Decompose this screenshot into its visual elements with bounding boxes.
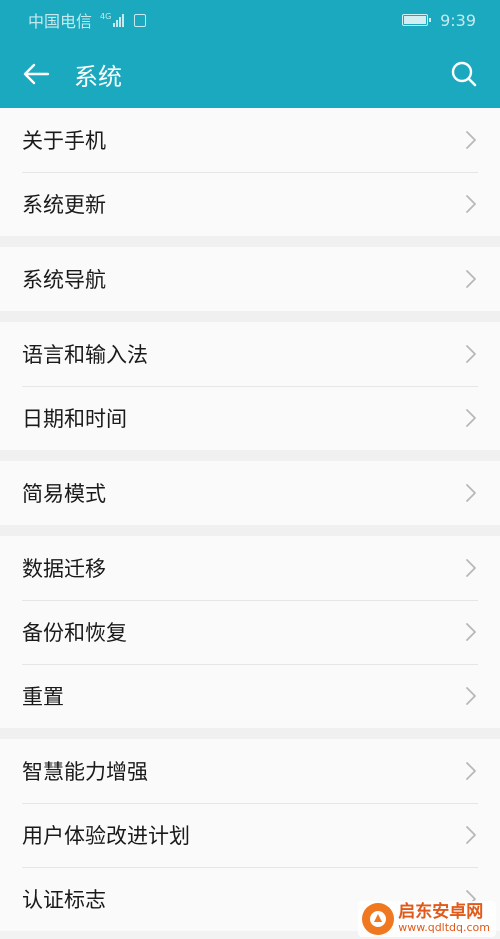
status-right: 9:39 (402, 11, 476, 30)
chevron-right-icon (464, 558, 478, 578)
watermark-name: 启东安卓网 (398, 902, 484, 923)
settings-item-simple-mode[interactable]: 简易模式 (0, 461, 500, 525)
settings-item-label: 重置 (22, 685, 64, 709)
settings-item-data-migration[interactable]: 数据迁移 (0, 536, 500, 600)
settings-screen: 中国电信 4G 9:39 系统 关于手机 系统更新 系统导航 语言和输入法 日期… (0, 0, 500, 939)
sim-card-icon (134, 13, 147, 27)
settings-group: 简易模式 (0, 461, 500, 525)
settings-item-user-experience[interactable]: 用户体验改进计划 (0, 803, 500, 867)
settings-item-label: 关于手机 (22, 129, 106, 153)
battery-icon (402, 14, 432, 26)
watermark-url: www.qdltdq.com (398, 921, 490, 935)
search-button[interactable] (444, 54, 484, 94)
group-divider (0, 450, 500, 461)
settings-item-label: 数据迁移 (22, 557, 106, 581)
group-divider (0, 311, 500, 322)
settings-item-about-phone[interactable]: 关于手机 (0, 108, 500, 172)
settings-item-label: 备份和恢复 (22, 621, 127, 645)
back-button[interactable] (16, 54, 56, 94)
watermark: 启东安卓网 www.qdltdq.com (358, 901, 496, 937)
settings-group: 语言和输入法 日期和时间 (0, 322, 500, 450)
network-type-label: 4G (100, 12, 112, 21)
group-divider (0, 236, 500, 247)
settings-item-system-update[interactable]: 系统更新 (0, 172, 500, 236)
chevron-right-icon (464, 825, 478, 845)
chevron-right-icon (464, 761, 478, 781)
status-left: 中国电信 4G (28, 8, 147, 32)
settings-group: 系统导航 (0, 247, 500, 311)
status-bar: 中国电信 4G 9:39 (0, 0, 500, 40)
chevron-right-icon (464, 408, 478, 428)
settings-item-system-navigation[interactable]: 系统导航 (0, 247, 500, 311)
chevron-right-icon (464, 483, 478, 503)
settings-item-date-time[interactable]: 日期和时间 (0, 386, 500, 450)
settings-group: 关于手机 系统更新 (0, 108, 500, 236)
chevron-right-icon (464, 130, 478, 150)
settings-item-language-input[interactable]: 语言和输入法 (0, 322, 500, 386)
settings-item-backup-restore[interactable]: 备份和恢复 (0, 600, 500, 664)
search-icon (451, 61, 477, 87)
settings-item-label: 智慧能力增强 (22, 760, 148, 784)
carrier-label: 中国电信 (28, 12, 93, 31)
chevron-right-icon (464, 686, 478, 706)
settings-item-reset[interactable]: 重置 (0, 664, 500, 728)
chevron-right-icon (464, 194, 478, 214)
settings-group: 数据迁移 备份和恢复 重置 (0, 536, 500, 728)
chevron-right-icon (464, 622, 478, 642)
chevron-right-icon (464, 344, 478, 364)
settings-item-label: 日期和时间 (22, 407, 127, 431)
watermark-text: 启东安卓网 www.qdltdq.com (398, 902, 490, 935)
settings-item-label: 语言和输入法 (22, 343, 148, 367)
app-bar: 系统 (0, 40, 500, 108)
settings-item-label: 系统更新 (22, 193, 106, 217)
signal-icon: 4G (98, 12, 125, 27)
group-divider (0, 525, 500, 536)
group-divider (0, 728, 500, 739)
settings-item-smart-enhancement[interactable]: 智慧能力增强 (0, 739, 500, 803)
page-title: 系统 (74, 62, 122, 91)
settings-item-label: 系统导航 (22, 268, 106, 292)
watermark-logo-icon (362, 903, 395, 935)
settings-item-label: 用户体验改进计划 (22, 824, 190, 848)
chevron-right-icon (464, 269, 478, 289)
clock: 9:39 (440, 10, 476, 30)
settings-item-label: 简易模式 (22, 482, 106, 506)
arrow-left-icon (23, 63, 50, 85)
